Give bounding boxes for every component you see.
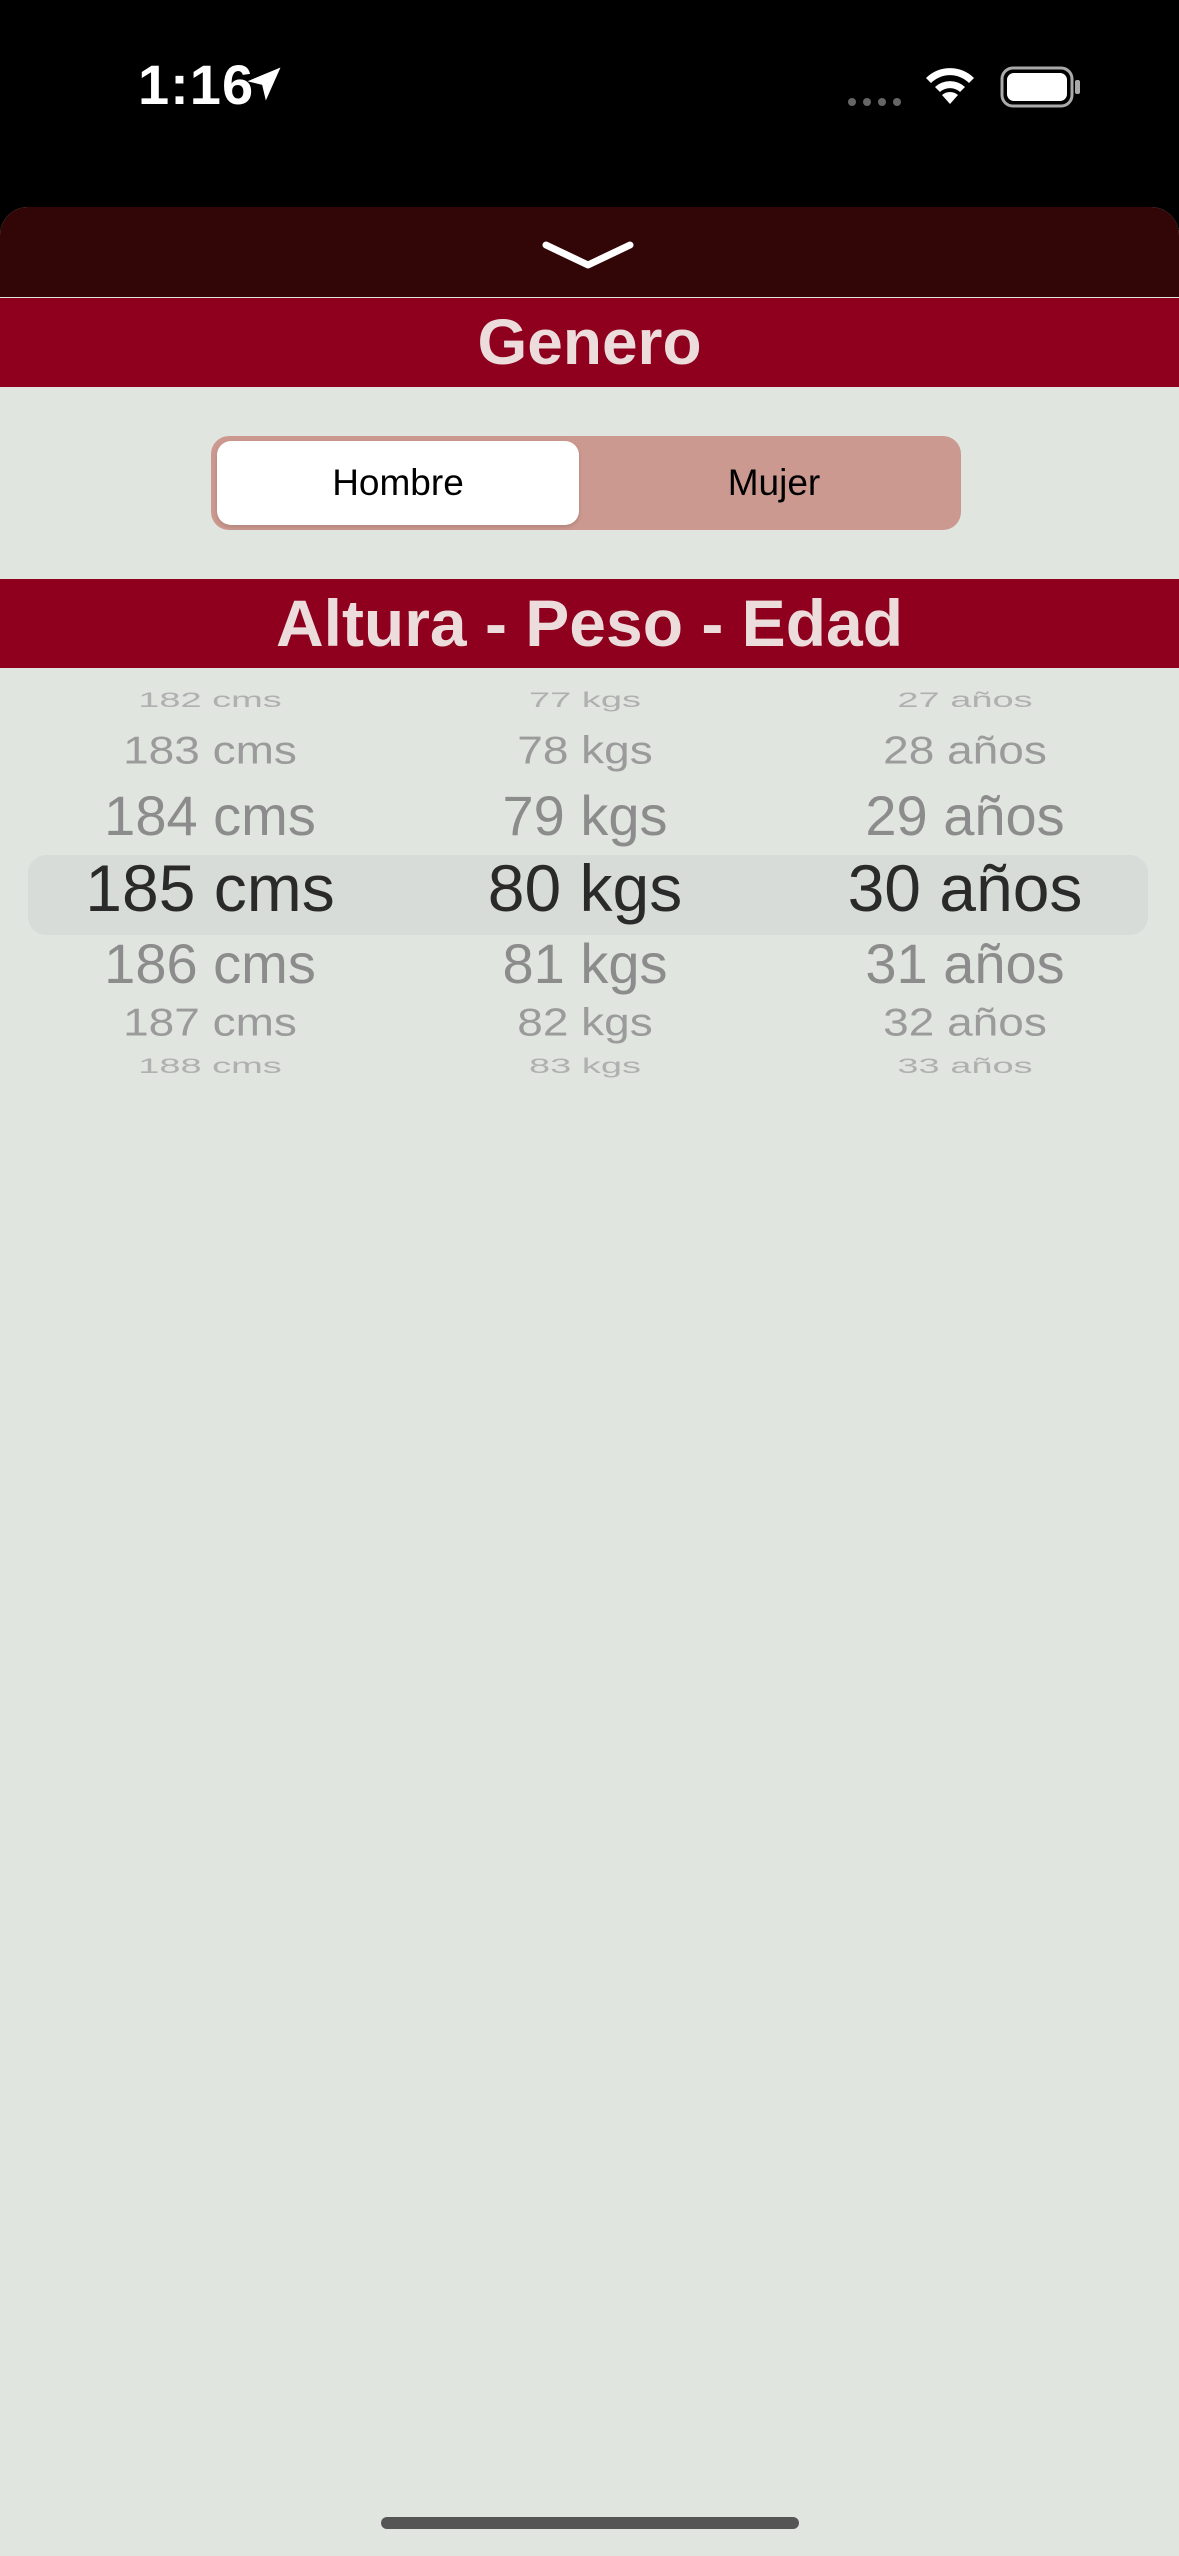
picker-row-selected[interactable]: 80 kgs (395, 850, 775, 926)
picker-row-selected[interactable]: 185 cms (20, 850, 400, 926)
wifi-icon (926, 68, 974, 104)
segment-hombre[interactable]: Hombre (217, 441, 579, 525)
genero-header: Genero (0, 298, 1179, 387)
picker-row[interactable]: 186 cms (20, 931, 400, 996)
battery-icon (1000, 66, 1080, 108)
height-wheel[interactable]: 182 cms 183 cms 184 cms 185 cms 186 cms … (20, 687, 400, 1107)
picker-row-selected[interactable]: 30 años (775, 850, 1155, 926)
picker-row[interactable]: 83 kgs (395, 1055, 775, 1079)
picker-row[interactable]: 182 cms (20, 689, 400, 713)
picker-row[interactable]: 82 kgs (395, 999, 775, 1045)
picker-row[interactable]: 79 kgs (395, 783, 775, 848)
measures-header: Altura - Peso - Edad (0, 579, 1179, 668)
gender-segmented-control[interactable]: Hombre Mujer (211, 436, 961, 530)
modal-sheet: Genero Hombre Mujer Altura - Peso - Edad… (0, 207, 1179, 2556)
location-arrow-icon (247, 67, 281, 101)
segment-mujer[interactable]: Mujer (593, 441, 955, 525)
picker-row[interactable]: 28 años (775, 727, 1155, 773)
picker-row[interactable]: 188 cms (20, 1055, 400, 1079)
age-wheel[interactable]: 27 años 28 años 29 años 30 años 31 años … (775, 687, 1155, 1107)
picker-row[interactable]: 78 kgs (395, 727, 775, 773)
picker-row[interactable]: 33 años (775, 1055, 1155, 1079)
status-bar: 1:16 (0, 0, 1179, 190)
picker-row[interactable]: 77 kgs (395, 689, 775, 713)
picker-row[interactable]: 27 años (775, 689, 1155, 713)
cellular-signal-icon (848, 98, 901, 106)
picker-row[interactable]: 184 cms (20, 783, 400, 848)
picker-row[interactable]: 183 cms (20, 727, 400, 773)
home-indicator[interactable] (381, 2517, 799, 2529)
weight-wheel[interactable]: 77 kgs 78 kgs 79 kgs 80 kgs 81 kgs 82 kg… (395, 687, 775, 1107)
picker-row[interactable]: 32 años (775, 999, 1155, 1045)
measures-picker[interactable]: 182 cms 183 cms 184 cms 185 cms 186 cms … (0, 687, 1179, 1107)
picker-row[interactable]: 29 años (775, 783, 1155, 848)
status-time: 1:16 (138, 53, 255, 116)
picker-row[interactable]: 81 kgs (395, 931, 775, 996)
chevron-down-icon[interactable] (540, 235, 636, 275)
picker-row[interactable]: 31 años (775, 931, 1155, 996)
sheet-grabber[interactable] (0, 207, 1179, 297)
picker-row[interactable]: 187 cms (20, 999, 400, 1045)
